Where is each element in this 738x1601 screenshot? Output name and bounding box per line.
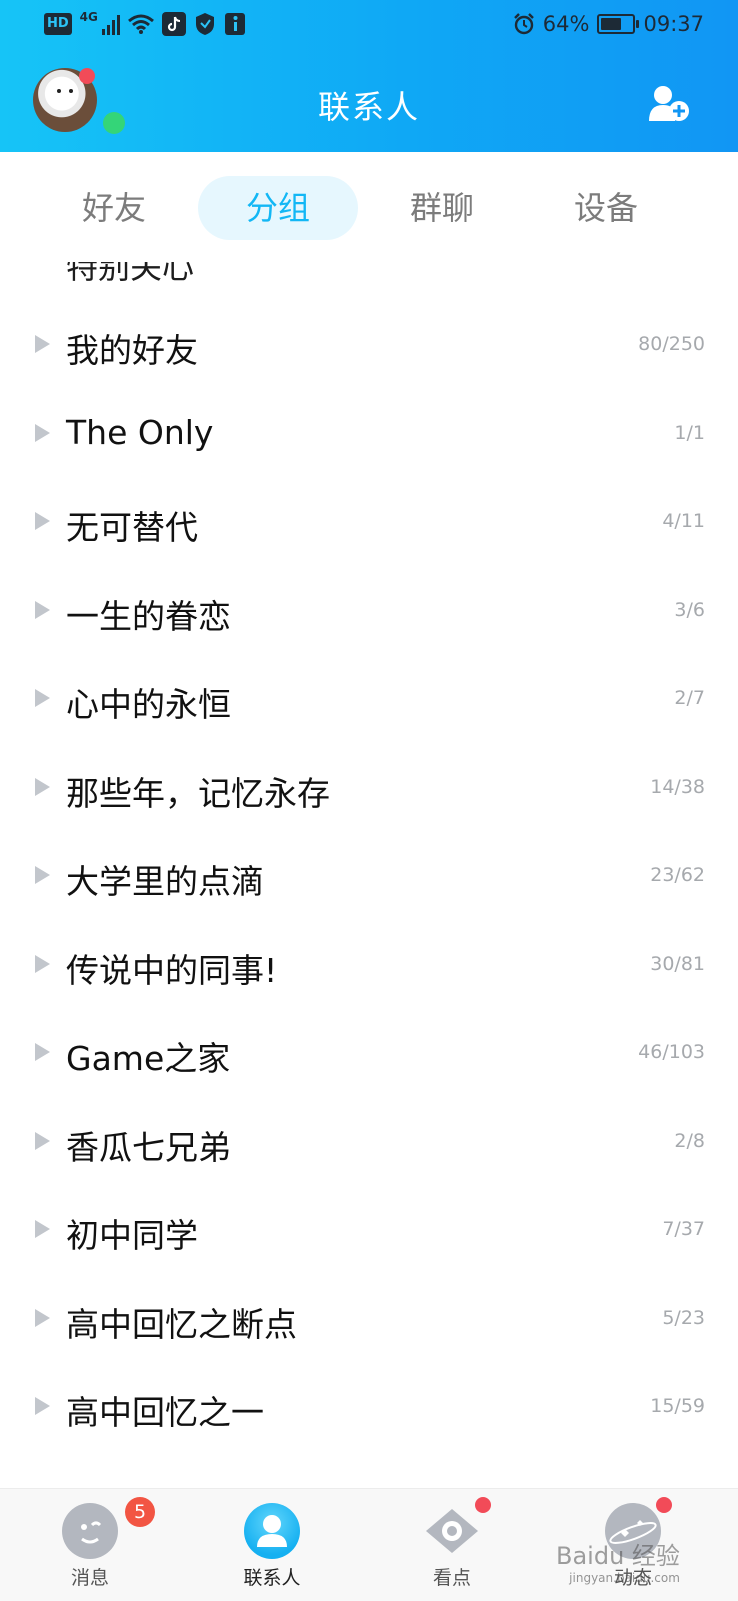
expand-caret-icon [35, 423, 50, 442]
battery-icon [597, 14, 640, 34]
tab-friends[interactable]: 好友 [34, 176, 194, 240]
group-name: 心中的永恒 [66, 685, 231, 724]
tab-group-chats[interactable]: 群聊 [362, 176, 522, 240]
page-title: 联系人 [317, 88, 420, 126]
group-name: 传说中的同事! [66, 950, 278, 990]
status-bar: HD 4G 64% 09:37 [0, 0, 738, 52]
group-row[interactable]: 初中同学 7/37 [0, 1185, 738, 1273]
group-row[interactable]: 心中的永恒 2/7 [0, 654, 738, 742]
group-name: 高中回忆之断点 [66, 1304, 297, 1344]
group-name: 我的好友 [66, 331, 198, 370]
group-online-count: 1/1 [674, 421, 705, 444]
nav-label: 联系人 [243, 1567, 301, 1589]
unread-badge: 5 [125, 1497, 155, 1527]
signal-icon [101, 13, 120, 35]
group-row[interactable]: 那些年，记忆永存 14/38 [0, 743, 738, 831]
battery-fill [601, 18, 621, 30]
expand-caret-icon [35, 1397, 50, 1415]
group-row[interactable]: 高中回忆之一 15/59 [0, 1362, 738, 1450]
expand-caret-icon [35, 954, 50, 973]
group-row[interactable]: 传说中的同事! 30/81 [0, 920, 738, 1008]
expand-caret-icon [35, 600, 50, 619]
message-icon [62, 1503, 118, 1559]
group-row[interactable]: 高中回忆之断点 5/23 [0, 1274, 738, 1362]
group-row[interactable]: 香瓜七兄弟 2/8 [0, 1097, 738, 1185]
info-icon [224, 13, 245, 35]
nav-label: 消息 [70, 1567, 109, 1589]
group-name: Game之家 [66, 1039, 231, 1078]
hd-indicator: HD [44, 13, 72, 35]
watermark-sub: jingyan.baidu.com [569, 1571, 680, 1585]
group-name: 初中同学 [66, 1216, 198, 1255]
group-row[interactable]: Game之家 46/103 [0, 1008, 738, 1096]
status-right: 64% 09:37 [513, 12, 704, 36]
group-online-count: 46/103 [638, 1041, 705, 1063]
expand-caret-icon [35, 866, 50, 884]
group-online-count: 7/37 [662, 1218, 705, 1240]
expand-caret-icon [35, 512, 50, 530]
wifi-icon [127, 14, 154, 34]
status-left-icons: HD 4G [44, 10, 246, 36]
group-online-count: 4/11 [662, 510, 705, 532]
group-online-count: 14/38 [650, 775, 705, 798]
group-online-count: 23/62 [650, 864, 705, 886]
group-name: 高中回忆之一 [66, 1393, 264, 1432]
expand-caret-icon [35, 777, 50, 796]
watermark-text: Baidu 经验 [556, 1542, 680, 1570]
group-online-count: 80/250 [638, 333, 705, 355]
expand-caret-icon [35, 689, 50, 707]
group-online-count: 5/23 [662, 1306, 705, 1329]
group-row[interactable]: The Only 1/1 [0, 389, 738, 477]
network-type: 4G [79, 10, 98, 24]
group-name: 大学里的点滴 [66, 862, 264, 901]
expand-caret-icon [35, 1308, 50, 1327]
battery-percent: 64% [542, 12, 590, 36]
nav-discover[interactable]: 看点 [397, 1489, 507, 1601]
nav-label: 看点 [432, 1567, 471, 1589]
nav-red-dot [656, 1497, 672, 1513]
nav-messages[interactable]: 消息 5 [35, 1489, 155, 1601]
app-header: HD 4G 64% 09:37 联系人 [0, 0, 738, 152]
group-row[interactable]: 一生的眷恋 3/6 [0, 566, 738, 654]
group-row[interactable]: 我的好友 80/250 [0, 300, 738, 388]
watermark: Baidu 经验 jingyan.baidu.com [556, 1536, 680, 1585]
group-name: The Only [66, 412, 214, 452]
alarm-icon [513, 13, 534, 35]
tiktok-icon [161, 12, 186, 36]
expand-caret-icon [35, 1131, 50, 1150]
group-online-count: 2/7 [674, 687, 705, 709]
group-row[interactable]: 无可替代 4/11 [0, 477, 738, 565]
group-name: 一生的眷恋 [66, 596, 231, 636]
eye-icon [424, 1503, 480, 1559]
group-name: 香瓜七兄弟 [66, 1127, 231, 1167]
partial-group-row[interactable]: 特别关心 [66, 262, 194, 288]
expand-caret-icon [35, 335, 50, 353]
tab-groups[interactable]: 分组 [198, 176, 358, 240]
nav-contacts[interactable]: 联系人 [217, 1489, 327, 1601]
shield-icon [195, 13, 214, 35]
group-list[interactable]: 特别关心 我的好友 80/250 The Only 1/1 无可替代 4/11 一生的眷恋 3… [0, 262, 738, 1488]
group-online-count: 3/6 [674, 598, 705, 621]
group-online-count: 2/8 [674, 1129, 705, 1152]
contact-tabs: 好友 分组 群聊 设备 [0, 152, 738, 262]
group-online-count: 30/81 [650, 952, 705, 975]
contacts-icon [244, 1503, 300, 1559]
nav-red-dot [475, 1497, 491, 1513]
group-name: 无可替代 [66, 508, 198, 547]
expand-caret-icon [35, 1043, 50, 1061]
group-online-count: 15/59 [650, 1395, 705, 1417]
group-name: 那些年，记忆永存 [66, 773, 330, 813]
add-contact-icon[interactable] [648, 84, 690, 122]
expand-caret-icon [35, 1220, 50, 1238]
group-row[interactable]: 大学里的点滴 23/62 [0, 831, 738, 919]
clock: 09:37 [643, 12, 704, 36]
tab-devices[interactable]: 设备 [526, 176, 686, 240]
